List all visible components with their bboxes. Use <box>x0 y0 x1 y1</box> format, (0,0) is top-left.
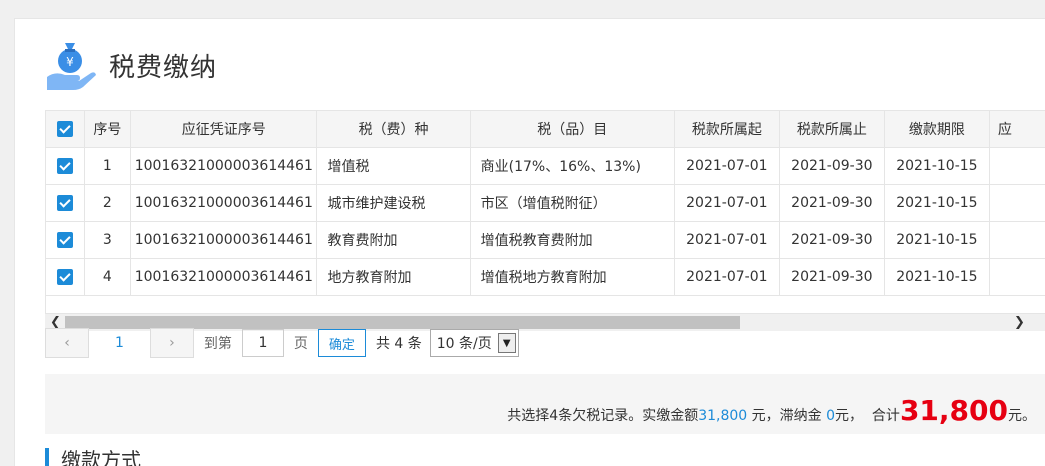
row-partial <box>989 148 1045 185</box>
paid-amount: 31,800 <box>698 408 747 424</box>
row-end: 2021-09-30 <box>779 259 884 296</box>
col-header-no: 序号 <box>84 111 130 148</box>
row-checkbox[interactable] <box>57 195 73 211</box>
chevron-right-icon: › <box>169 335 175 351</box>
section-accent-bar <box>45 448 49 466</box>
confirm-button[interactable]: 确定 <box>318 329 366 357</box>
table-row[interactable]: 1 10016321000003614461 增值税 商业(17%、16%、13… <box>46 148 1045 185</box>
next-page-button[interactable]: › <box>150 328 194 358</box>
col-header-deadline: 缴款期限 <box>884 111 989 148</box>
money-bag-hand-icon: ¥ <box>43 37 99 93</box>
row-voucher: 10016321000003614461 <box>131 222 317 259</box>
row-checkbox[interactable] <box>57 232 73 248</box>
row-no: 1 <box>84 148 130 185</box>
row-no: 3 <box>84 222 130 259</box>
row-tax-item: 市区（增值税附征） <box>470 185 674 222</box>
col-header-tax-item: 税（品）目 <box>470 111 674 148</box>
summary-prefix: 共选择4条欠税记录。实缴金额 <box>507 405 698 425</box>
payment-summary: 共选择4条欠税记录。实缴金额 31,800 元，滞纳金 0 元， 合计 31,8… <box>45 374 1045 434</box>
row-partial <box>989 222 1045 259</box>
row-partial <box>989 185 1045 222</box>
pagination: ‹ 1 › 到第 1 页 确定 共 4 条 10 条/页 ▼ <box>45 328 519 358</box>
row-tax-type: 教育费附加 <box>317 222 470 259</box>
row-tax-item: 增值税地方教育附加 <box>470 259 674 296</box>
page-unit-label: 页 <box>294 333 308 353</box>
summary-mid1: 元，滞纳金 <box>747 405 826 425</box>
row-no: 4 <box>84 259 130 296</box>
select-all-cell <box>46 111 84 148</box>
main-panel: ¥ 税费缴纳 序号 应征凭证序号 税（费）种 税（品）目 税款所属起 税款所属止… <box>14 18 1045 466</box>
page-title: 税费缴纳 <box>109 47 217 84</box>
row-end: 2021-09-30 <box>779 148 884 185</box>
chevron-down-icon[interactable]: ▼ <box>498 333 516 353</box>
row-tax-item: 增值税教育费附加 <box>470 222 674 259</box>
total-amount: 31,800 <box>900 394 1008 427</box>
table-row[interactable]: 3 10016321000003614461 教育费附加 增值税教育费附加 20… <box>46 222 1045 259</box>
row-deadline: 2021-10-15 <box>884 259 989 296</box>
summary-suffix: 元。 <box>1008 405 1036 425</box>
row-checkbox[interactable] <box>57 158 73 174</box>
col-header-voucher: 应征凭证序号 <box>131 111 317 148</box>
col-header-period-end: 税款所属止 <box>779 111 884 148</box>
table-row[interactable]: 2 10016321000003614461 城市维护建设税 市区（增值税附征）… <box>46 185 1045 222</box>
table-row[interactable]: 4 10016321000003614461 地方教育附加 增值税地方教育附加 … <box>46 259 1045 296</box>
payment-method-section: 缴款方式 <box>45 444 141 466</box>
row-tax-item: 商业(17%、16%、13%) <box>470 148 674 185</box>
row-voucher: 10016321000003614461 <box>131 259 317 296</box>
page-header: ¥ 税费缴纳 <box>43 37 217 93</box>
row-deadline: 2021-10-15 <box>884 222 989 259</box>
scroll-right-icon[interactable]: ❯ <box>1011 314 1028 331</box>
row-deadline: 2021-10-15 <box>884 148 989 185</box>
row-start: 2021-07-01 <box>674 148 779 185</box>
row-end: 2021-09-30 <box>779 185 884 222</box>
row-start: 2021-07-01 <box>674 259 779 296</box>
table-header-row: 序号 应征凭证序号 税（费）种 税（品）目 税款所属起 税款所属止 缴款期限 应 <box>46 111 1045 148</box>
row-tax-type: 城市维护建设税 <box>317 185 470 222</box>
row-voucher: 10016321000003614461 <box>131 185 317 222</box>
page-size-select[interactable]: 10 条/页 ▼ <box>430 329 519 357</box>
row-tax-type: 地方教育附加 <box>317 259 470 296</box>
late-fee: 0 <box>826 408 835 424</box>
chevron-left-icon: ‹ <box>64 335 70 351</box>
row-tax-type: 增值税 <box>317 148 470 185</box>
select-all-checkbox[interactable] <box>57 121 73 137</box>
row-start: 2021-07-01 <box>674 185 779 222</box>
col-header-tax-type: 税（费）种 <box>317 111 470 148</box>
svg-text:¥: ¥ <box>66 55 74 69</box>
col-header-period-start: 税款所属起 <box>674 111 779 148</box>
row-partial <box>989 259 1045 296</box>
tax-table: 序号 应征凭证序号 税（费）种 税（品）目 税款所属起 税款所属止 缴款期限 应… <box>45 110 1045 315</box>
prev-page-button[interactable]: ‹ <box>45 328 89 358</box>
col-header-partial: 应 <box>989 111 1045 148</box>
summary-mid2: 元， 合计 <box>835 405 900 425</box>
row-start: 2021-07-01 <box>674 222 779 259</box>
row-checkbox[interactable] <box>57 269 73 285</box>
goto-label: 到第 <box>204 333 232 353</box>
row-no: 2 <box>84 185 130 222</box>
row-voucher: 10016321000003614461 <box>131 148 317 185</box>
current-page-number[interactable]: 1 <box>115 335 124 351</box>
section-title: 缴款方式 <box>61 444 141 466</box>
row-deadline: 2021-10-15 <box>884 185 989 222</box>
page-size-value: 10 条/页 <box>437 333 492 353</box>
total-count: 共 4 条 <box>376 333 422 353</box>
goto-page-input[interactable]: 1 <box>242 329 284 357</box>
row-end: 2021-09-30 <box>779 222 884 259</box>
